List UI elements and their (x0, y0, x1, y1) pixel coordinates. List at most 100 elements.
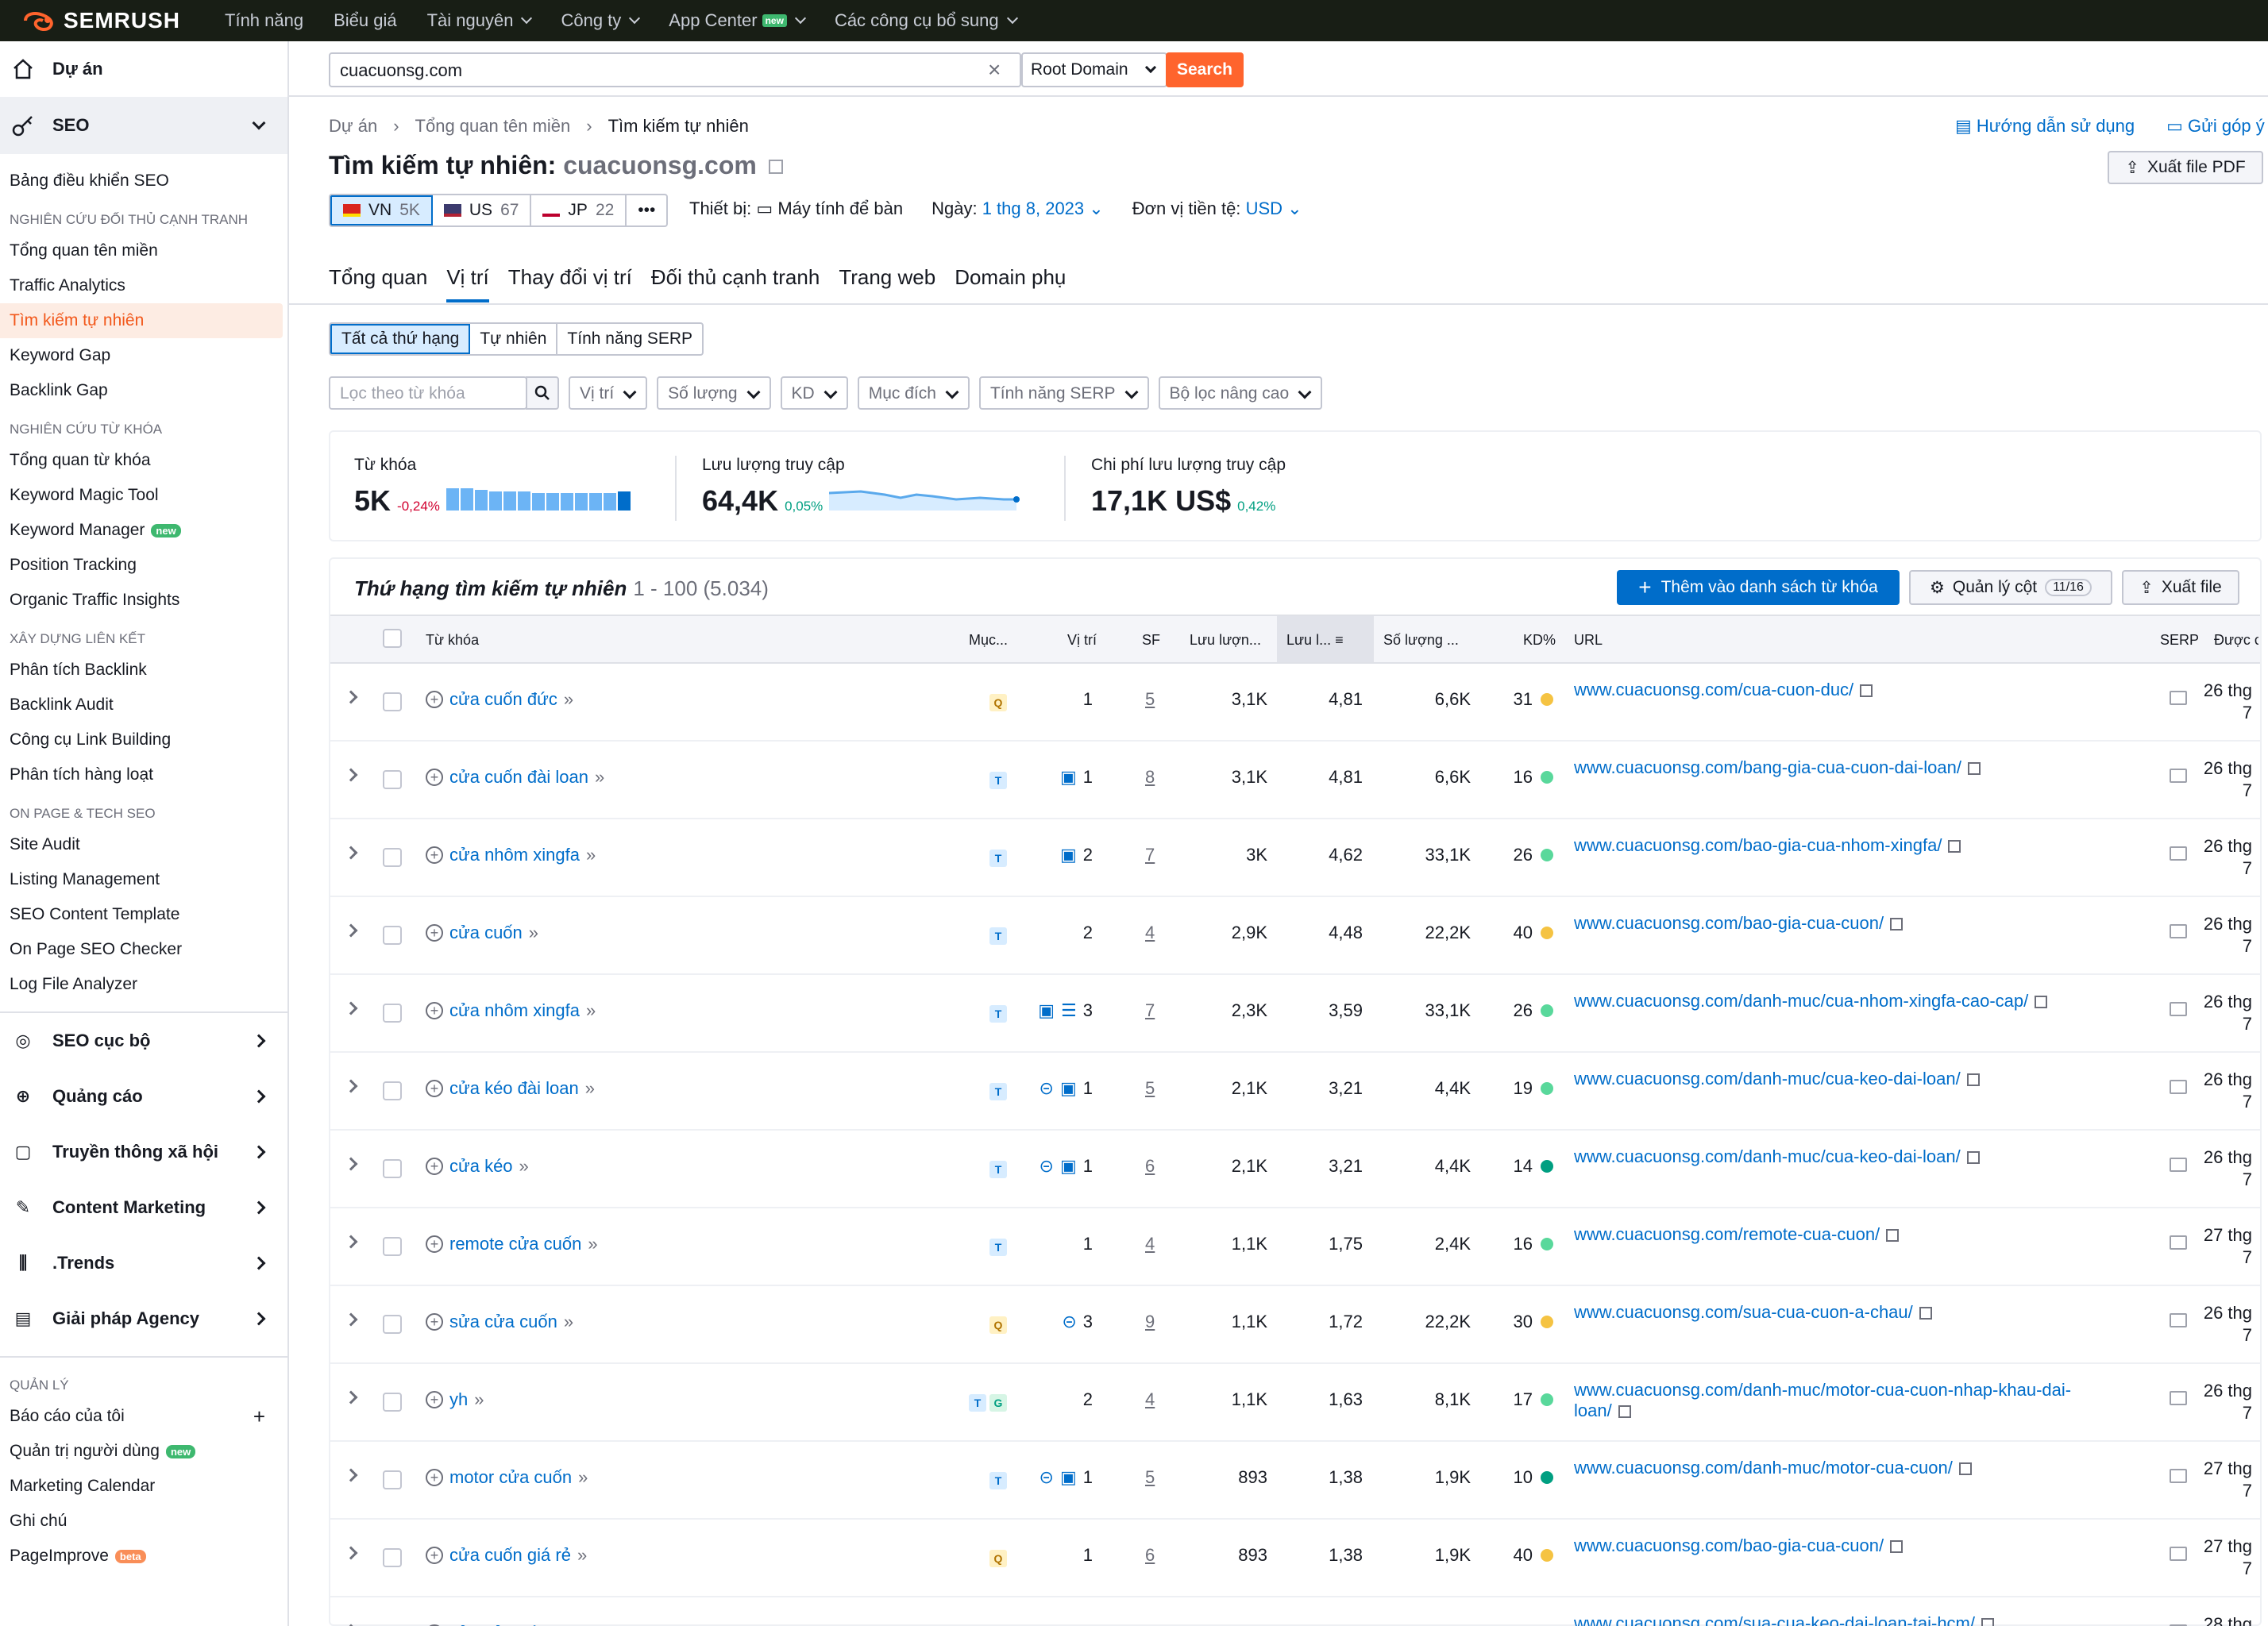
breadcrumb-item[interactable]: Tổng quan tên miền (415, 116, 571, 137)
sidebar-item[interactable]: PageImprove beta (0, 1539, 287, 1574)
expand-row-button[interactable] (344, 1312, 358, 1327)
semrush-logo[interactable]: SEMRUSH (22, 8, 180, 33)
col-kd[interactable]: KD% (1523, 632, 1556, 649)
external-link-icon[interactable] (1966, 1151, 1980, 1164)
sidebar-item[interactable]: Traffic Analytics (0, 268, 287, 303)
serp-features-count[interactable]: 9 (1145, 1312, 1155, 1332)
keyword-link[interactable]: + remote cửa cuốn » (426, 1234, 598, 1254)
sidebar-item[interactable]: On Page SEO Checker (0, 932, 287, 967)
serp-snapshot-button[interactable] (2170, 924, 2187, 938)
url-link[interactable]: www.cuacuonsg.com/danh-muc/motor-cua-cuo… (1574, 1458, 2082, 1478)
add-circle-icon[interactable]: + (426, 1080, 443, 1097)
serp-snapshot-button[interactable] (2170, 1469, 2187, 1483)
serp-snapshot-button[interactable] (2170, 769, 2187, 783)
keyword-link[interactable]: + motor cửa cuốn» (426, 1467, 588, 1488)
sidebar-item[interactable]: SEO Content Template (0, 897, 287, 932)
scope-select[interactable]: Root Domain (1021, 52, 1167, 87)
double-chevron-icon[interactable]: » (595, 767, 604, 788)
sidebar-group[interactable]: ⫼ .Trends (0, 1235, 287, 1291)
url-link[interactable]: www.cuacuonsg.com/cua-cuon-duc/ (1574, 680, 2082, 700)
sidebar-item[interactable]: Backlink Gap (0, 373, 287, 408)
database-tab[interactable]: VN 5K (330, 195, 433, 225)
row-checkbox[interactable] (383, 770, 402, 789)
keyword-link[interactable]: + cửa nhôm xingfa » (426, 1000, 596, 1021)
col-sf[interactable]: SF (1142, 632, 1160, 649)
tab-5[interactable]: Domain phụ (955, 265, 1066, 302)
sidebar-item[interactable]: Công cụ Link Building (0, 722, 287, 757)
feedback-link[interactable]: ▭ Gửi góp ý (2166, 116, 2265, 137)
top-nav-item[interactable]: Công ty (561, 10, 641, 31)
keyword-link[interactable]: + cửa cuốn giá rẻ » (426, 1545, 587, 1566)
double-chevron-icon[interactable]: » (578, 1467, 588, 1488)
sidebar-item[interactable]: Tổng quan từ khóa (0, 443, 287, 478)
serp-features-count[interactable]: 5 (1145, 689, 1155, 710)
double-chevron-icon[interactable]: » (586, 845, 596, 865)
external-link-icon[interactable] (1890, 918, 1904, 931)
row-checkbox[interactable] (383, 692, 402, 711)
tab-2[interactable]: Thay đổi vị trí (508, 265, 632, 302)
row-checkbox[interactable] (383, 1237, 402, 1256)
add-circle-icon[interactable]: + (426, 1547, 443, 1564)
sidebar-item[interactable]: Tổng quan tên miền (0, 233, 287, 268)
expand-row-button[interactable] (344, 768, 358, 782)
serp-features-count[interactable]: 4 (1145, 923, 1155, 943)
serp-snapshot-button[interactable] (2170, 1158, 2187, 1172)
url-link[interactable]: www.cuacuonsg.com/bao-gia-cua-nhom-xingf… (1574, 835, 2082, 856)
col-intent[interactable]: Mục... (969, 632, 1008, 649)
row-checkbox[interactable] (383, 1470, 402, 1489)
guide-link[interactable]: ▤ Hướng dẫn sử dụng (1955, 116, 2135, 137)
serp-features-count[interactable]: 6 (1145, 1545, 1155, 1566)
add-to-keyword-list-button[interactable]: + Thêm vào danh sách từ khóa (1617, 570, 1900, 605)
close-icon[interactable]: × (988, 57, 1001, 83)
sidebar-group[interactable]: ◎ SEO cục bộ (0, 1013, 287, 1069)
sidebar-item[interactable]: Listing Management (0, 862, 287, 897)
sidebar-item[interactable]: Marketing Calendar (0, 1469, 287, 1504)
external-link-icon[interactable] (1919, 1307, 1932, 1320)
sidebar-item[interactable]: Phân tích Backlink (0, 653, 287, 688)
col-volume[interactable]: Số lượng ... (1383, 632, 1459, 649)
serp-snapshot-button[interactable] (2170, 1391, 2187, 1405)
serp-snapshot-button[interactable] (2170, 691, 2187, 705)
sidebar-item[interactable]: Keyword Gap (0, 338, 287, 373)
ranking-tab[interactable]: Tính năng SERP (557, 324, 702, 354)
serp-snapshot-button[interactable] (2170, 1547, 2187, 1561)
row-checkbox[interactable] (383, 1548, 402, 1567)
double-chevron-icon[interactable]: » (586, 1000, 596, 1021)
sidebar-group[interactable]: ▤ Giải pháp Agency (0, 1291, 287, 1347)
export-button[interactable]: ⇪ Xuất file (2122, 570, 2239, 605)
add-circle-icon[interactable]: + (426, 1469, 443, 1486)
expand-row-button[interactable] (344, 690, 358, 704)
add-circle-icon[interactable]: + (426, 691, 443, 708)
currency-setting[interactable]: Đơn vị tiền tệ: USD ⌄ (1132, 198, 1302, 219)
expand-row-button[interactable] (344, 1235, 358, 1249)
serp-features-count[interactable]: 4 (1145, 1389, 1155, 1410)
keyword-link[interactable]: + cửa nhôm xingfa » (426, 845, 596, 865)
filter-dropdown[interactable]: KD (780, 376, 848, 410)
top-nav-item[interactable]: Tính năng (225, 10, 303, 31)
expand-row-button[interactable] (344, 1157, 358, 1171)
manage-columns-button[interactable]: ⚙ Quản lý cột 11/16 (1909, 570, 2112, 605)
serp-snapshot-button[interactable] (2170, 1313, 2187, 1327)
double-chevron-icon[interactable]: » (529, 923, 538, 943)
url-link[interactable]: www.cuacuonsg.com/danh-muc/cua-keo-dai-l… (1574, 1069, 2082, 1089)
double-chevron-icon[interactable]: » (585, 1078, 595, 1099)
top-nav-item[interactable]: Tài nguyên (427, 10, 533, 31)
external-link-icon[interactable] (1948, 840, 1961, 853)
keyword-link[interactable]: +sửa cửa kéo» (426, 1623, 564, 1626)
double-chevron-icon[interactable]: » (588, 1234, 597, 1254)
external-link-icon[interactable] (1886, 1229, 1900, 1242)
sidebar-group[interactable]: ✎ Content Marketing (0, 1180, 287, 1235)
double-chevron-icon[interactable]: » (577, 1545, 587, 1566)
sidebar-item[interactable]: Log File Analyzer (0, 967, 287, 1002)
filter-dropdown[interactable]: Số lượng (657, 376, 771, 410)
ranking-tab[interactable]: Tự nhiên (470, 324, 558, 354)
top-nav-item[interactable]: Biểu giá (334, 10, 397, 31)
export-pdf-button[interactable]: ⇪ Xuất file PDF (2108, 151, 2263, 184)
search-icon[interactable] (526, 376, 559, 410)
url-link[interactable]: www.cuacuonsg.com/bao-gia-cua-cuon/ (1574, 1535, 2082, 1556)
expand-row-button[interactable] (344, 1546, 358, 1560)
serp-features-count[interactable]: 6 (1145, 1156, 1155, 1177)
sidebar-item[interactable]: Tìm kiếm tự nhiên (0, 303, 283, 338)
search-button[interactable]: Search (1166, 52, 1244, 87)
keyword-link[interactable]: + cửa kéo đài loan » (426, 1078, 595, 1099)
